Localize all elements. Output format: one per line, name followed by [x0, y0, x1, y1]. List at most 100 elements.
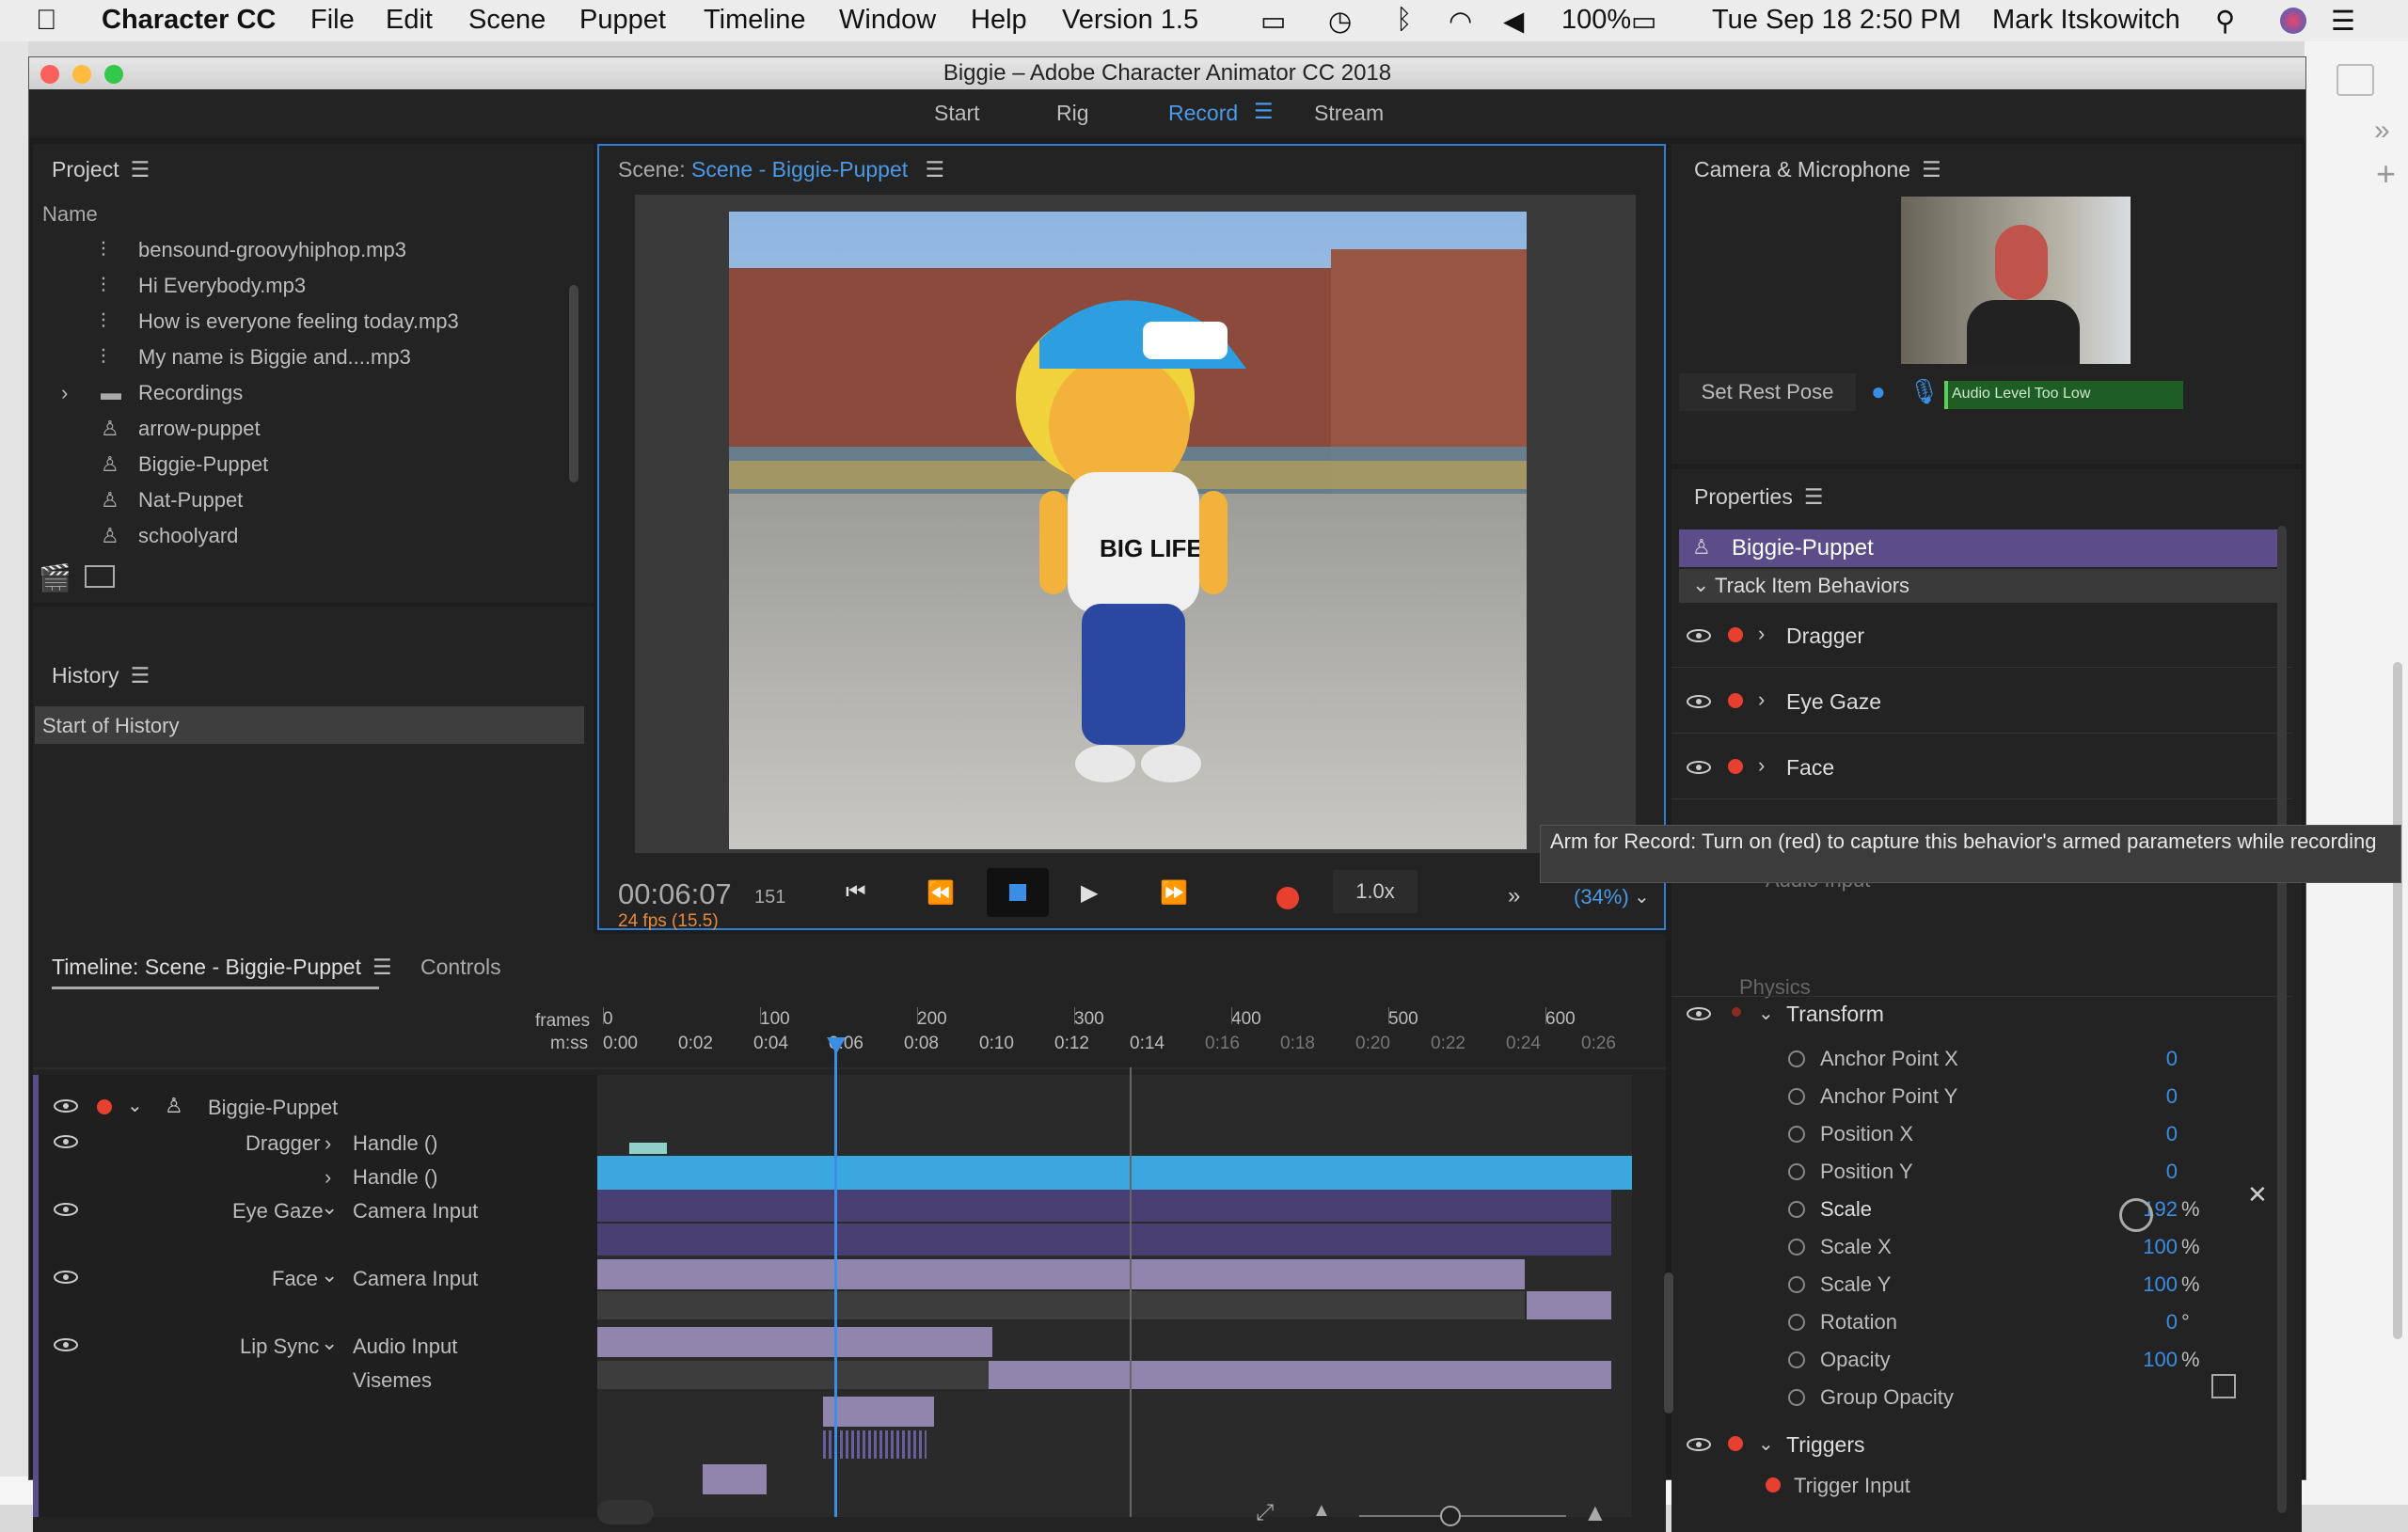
track-item-behaviors-header[interactable]: ⌄ Track Item Behaviors [1679, 569, 2285, 603]
chevron-right-icon[interactable]: › [61, 381, 68, 405]
chevron-right-icon[interactable]: › [325, 1131, 331, 1156]
property-value[interactable]: 0 [2085, 1047, 2178, 1071]
keyframe-toggle[interactable] [1788, 1163, 1805, 1180]
keyframe-toggle[interactable] [1788, 1351, 1805, 1368]
eye-icon[interactable] [1687, 1007, 1711, 1020]
track-visemes[interactable]: Visemes [353, 1368, 432, 1393]
playback-speed[interactable]: 1.0x [1333, 870, 1418, 913]
rotation-dial[interactable] [2119, 1198, 2153, 1232]
property-value[interactable]: 0 [2085, 1310, 2178, 1335]
zoom-button[interactable] [104, 65, 123, 84]
timecode[interactable]: 00:06:07 [618, 877, 732, 911]
eye-icon[interactable] [54, 1271, 78, 1284]
chevron-right-icon[interactable]: › [1758, 622, 1765, 646]
user-menu[interactable]: Mark Itskowitch [1992, 5, 2180, 36]
horizontal-scroll-thumb[interactable] [597, 1500, 654, 1524]
eye-icon[interactable] [1687, 695, 1711, 708]
play-button[interactable]: ▶ [1081, 879, 1098, 907]
menu-edit[interactable]: Edit [386, 5, 433, 36]
workspace-start[interactable]: Start [934, 101, 980, 126]
lip-sync-clip[interactable] [703, 1464, 767, 1494]
chevron-down-icon[interactable]: ⌄ [321, 1263, 338, 1287]
property-value[interactable]: 100 [2085, 1272, 2178, 1297]
group-opacity-checkbox[interactable] [2211, 1374, 2236, 1398]
track-lip-sync-input[interactable]: Audio Input [353, 1335, 457, 1359]
arm-record-dot[interactable] [1728, 759, 1743, 774]
property-value[interactable]: 0 [2085, 1160, 2178, 1184]
project-item[interactable]: ♙ arrow-puppet [52, 415, 578, 447]
camera-toggle-icon[interactable]: ● [1871, 377, 1886, 406]
property-value[interactable]: 0 [2085, 1122, 2178, 1146]
property-value[interactable]: 100 [2085, 1235, 2178, 1259]
wifi-icon[interactable]: ◠ [1449, 5, 1472, 38]
menu-scene[interactable]: Scene [468, 5, 546, 36]
menu-help[interactable]: Help [971, 5, 1027, 36]
project-item[interactable]: ⫶ How is everyone feeling today.mp3 [52, 308, 578, 340]
zoom-level[interactable]: (34%) [1574, 885, 1629, 909]
timeline-scrollbar[interactable] [1664, 1272, 1673, 1414]
panel-menu-icon[interactable]: ☰ [926, 157, 945, 182]
eye-gaze-bar-3[interactable] [1527, 1291, 1611, 1319]
step-forward-button[interactable]: ⏩ [1160, 879, 1188, 907]
track-dragger[interactable]: Dragger [246, 1131, 320, 1156]
project-item[interactable]: ♙ Biggie-Puppet [52, 450, 578, 482]
airplay-icon[interactable]: ▭ [1260, 5, 1286, 38]
workspace-stream[interactable]: Stream [1314, 101, 1384, 126]
chevron-down-icon[interactable]: ⌄ [321, 1331, 338, 1355]
fit-timeline-icon[interactable]: ⤢ [1256, 1500, 1274, 1526]
puppet-track-bar[interactable] [597, 1156, 1632, 1190]
arm-record-dot[interactable] [1728, 693, 1743, 708]
track-face-input[interactable]: Camera Input [353, 1267, 478, 1291]
new-folder-icon[interactable] [85, 565, 115, 588]
keyframe-toggle[interactable] [1788, 1276, 1805, 1293]
keyframe-toggle[interactable] [1788, 1050, 1805, 1067]
eye-icon[interactable] [54, 1135, 78, 1148]
track-eye-gaze[interactable]: Eye Gaze [232, 1199, 324, 1224]
keyframe-toggle[interactable] [1788, 1389, 1805, 1406]
eye-icon[interactable] [1687, 1438, 1711, 1451]
face-bar-1[interactable] [597, 1327, 992, 1357]
track-handle-1[interactable]: Handle () [353, 1131, 437, 1156]
step-back-button[interactable]: ⏪ [927, 879, 955, 907]
behavior-row[interactable]: › Face [1671, 740, 2292, 799]
panel-menu-icon[interactable]: ☰ [372, 955, 392, 980]
scrollbar[interactable] [2393, 662, 2402, 1339]
arm-record-dot[interactable] [1766, 1477, 1781, 1493]
siri-icon[interactable] [2280, 8, 2306, 34]
visemes-bar[interactable] [823, 1430, 927, 1459]
property-value[interactable]: 100 [2085, 1348, 2178, 1372]
behavior-row[interactable]: › Eye Gaze [1671, 674, 2292, 734]
eye-icon[interactable] [54, 1203, 78, 1216]
eye-gaze-bar-1[interactable] [597, 1259, 1525, 1289]
project-item[interactable]: ♙ schoolyard [52, 522, 578, 554]
chevron-down-icon[interactable]: ⌄ [1758, 1432, 1774, 1456]
track-lip-sync[interactable]: Lip Sync [240, 1335, 319, 1359]
keyframe-toggle[interactable] [1788, 1088, 1805, 1105]
record-button[interactable] [1276, 887, 1299, 909]
work-area-marker[interactable] [629, 1143, 667, 1154]
chevron-right-icon[interactable]: › [1758, 753, 1765, 778]
chevron-right-icon[interactable]: › [325, 1165, 331, 1190]
property-value[interactable]: 0 [2085, 1084, 2178, 1109]
timeline-ruler[interactable]: 0 100 200 300 400 500 600 0:00 0:02 0:04 0:06 0:08 0… [597, 1007, 1666, 1060]
bluetooth-icon[interactable]: ᛒ [1396, 5, 1412, 36]
panel-menu-icon[interactable]: ☰ [1804, 484, 1824, 510]
project-item[interactable]: › ▬ Recordings [52, 379, 578, 411]
keyframe-toggle[interactable] [1788, 1314, 1805, 1331]
keyframe-toggle[interactable] [1788, 1126, 1805, 1143]
history-item[interactable]: Start of History [35, 706, 584, 744]
biggie-puppet[interactable]: BIG LIFE [1002, 284, 1275, 811]
arm-record-dot[interactable] [1732, 1007, 1741, 1017]
project-item[interactable]: ⫶ Hi Everybody.mp3 [52, 272, 578, 304]
eye-icon[interactable] [1687, 761, 1711, 774]
keyframe-toggle[interactable] [1788, 1201, 1805, 1218]
clock[interactable]: Tue Sep 18 2:50 PM [1712, 5, 1961, 36]
arm-record-dot[interactable] [1728, 1436, 1743, 1451]
menu-file[interactable]: File [310, 5, 355, 36]
workspace-menu-icon[interactable]: ☰ [1254, 99, 1274, 124]
controls-tab[interactable]: Controls [420, 955, 501, 980]
zoom-slider-track[interactable] [1359, 1515, 1566, 1517]
panel-menu-icon[interactable]: ☰ [1922, 157, 1941, 182]
microphone-icon[interactable]: 🎙 [1909, 377, 1940, 406]
menu-puppet[interactable]: Puppet [579, 5, 666, 36]
